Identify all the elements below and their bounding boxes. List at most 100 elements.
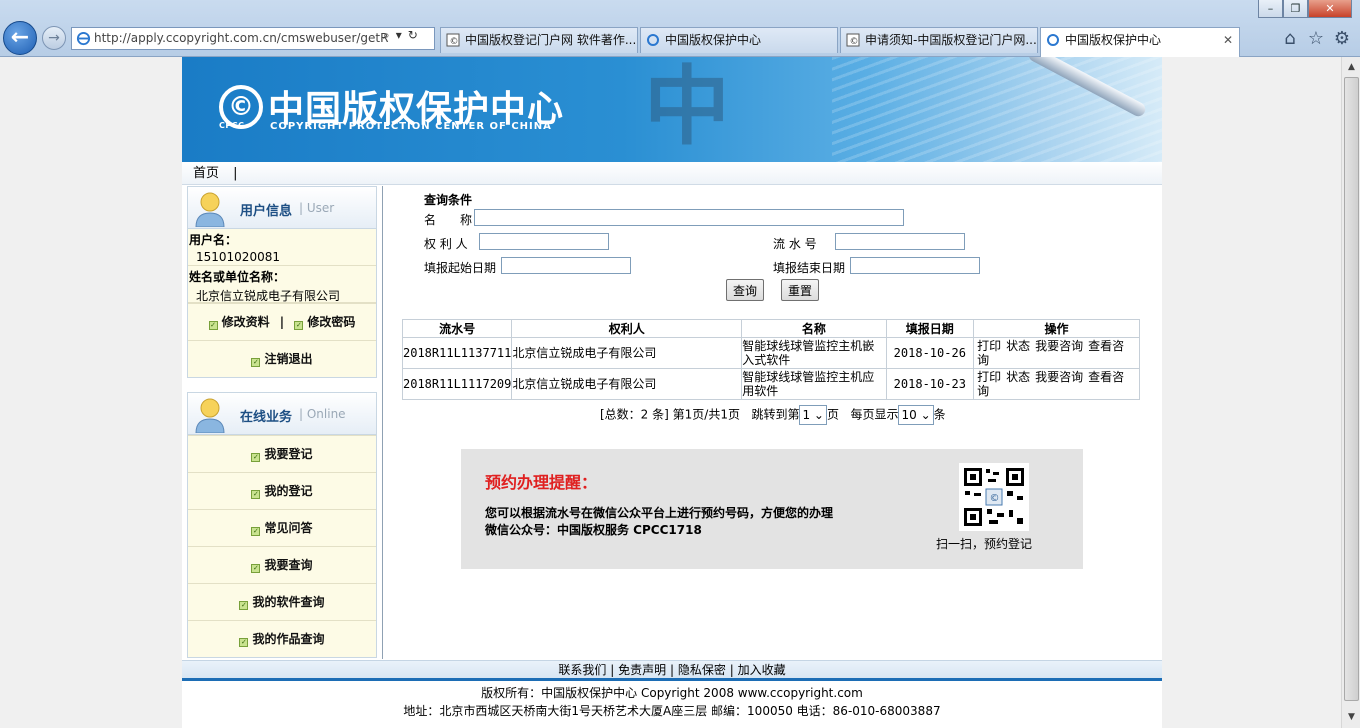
footer-divider — [182, 678, 1162, 681]
address-text: 地址：北京市西城区天桥南大街1号天桥艺术大厦A座三层 邮编：100050 电话：… — [403, 704, 941, 718]
reminder-text: 您可以根据流水号在微信公众平台上进行预约号码，方便您的办理 — [485, 506, 834, 520]
owner-input[interactable] — [479, 233, 609, 250]
address-tools[interactable]: ⌕▾↻ — [383, 28, 424, 43]
scroll-down-icon[interactable]: ▼ — [1344, 709, 1359, 726]
chevron-down-icon: ⌄ — [813, 408, 824, 422]
sidebar-link[interactable]: 我的作品查询 — [252, 632, 324, 646]
qr-caption: 扫一扫，预约登记 — [936, 537, 1033, 551]
user-info-header: 用户信息 | User — [188, 187, 376, 229]
per-page-suffix: 条 — [933, 407, 946, 422]
bullet-icon: ✓ — [294, 321, 304, 330]
per-page-value: 10 — [901, 408, 917, 422]
sidebar-link[interactable]: 我的软件查询 — [252, 595, 324, 609]
settings-gear-icon[interactable]: ⚙ — [1332, 29, 1352, 49]
logout-link[interactable]: 注销退出 — [264, 352, 312, 366]
consult-link[interactable]: 我要咨询 — [1035, 339, 1083, 353]
close-tab-icon[interactable]: ✕ — [1223, 28, 1233, 52]
bullet-icon: ✓ — [251, 527, 261, 536]
sidebar-item-register: ✓ 我要登记 — [188, 435, 376, 472]
tab-4-active[interactable]: 中国版权保护中心 ✕ — [1040, 27, 1240, 57]
change-password-link[interactable]: 修改密码 — [307, 315, 355, 329]
page-jump-select[interactable]: 1 ⌄ — [799, 405, 827, 425]
address-bar[interactable]: http://apply.ccopyright.com.cn/cmswebuse… — [71, 27, 435, 50]
online-business-header: 在线业务 | Online — [188, 393, 376, 435]
start-date-input[interactable] — [501, 257, 631, 274]
minimize-button[interactable]: – — [1258, 0, 1283, 18]
banner-big-character: 中 — [644, 57, 730, 157]
sidebar-item-query: ✓ 我要查询 — [188, 546, 376, 583]
sidebar-link[interactable]: 我的登记 — [264, 484, 312, 498]
reset-button[interactable]: 重置 — [781, 279, 820, 301]
forward-button[interactable]: → — [42, 26, 66, 50]
consult-link[interactable]: 我要咨询 — [1035, 370, 1083, 384]
ie-icon — [647, 34, 659, 46]
site-title-en: COPYRIGHT PROTECTION CENTER OF CHINA — [270, 121, 552, 132]
wechat-account-text: 微信公众号：中国版权服务 CPCC1718 — [485, 523, 702, 537]
svg-text:©: © — [450, 37, 459, 47]
status-link[interactable]: 状态 — [1006, 370, 1030, 384]
sidebar-link[interactable]: 常见问答 — [264, 521, 312, 535]
svg-text:©: © — [850, 37, 859, 47]
name-cell: 智能球线球管监控主机嵌入式软件 — [741, 337, 887, 369]
name-cell: 智能球线球管监控主机应用软件 — [741, 368, 887, 400]
close-window-button[interactable]: ✕ — [1308, 0, 1352, 18]
tab-3[interactable]: © 申请须知-中国版权登记门户网... — [840, 27, 1038, 53]
copyright-text: 版权所有：中国版权保护中心 Copyright 2008 www.ccopyri… — [481, 686, 863, 700]
tab-title: 申请须知-中国版权登记门户网... — [865, 33, 1037, 47]
print-link[interactable]: 打印 — [977, 339, 1001, 353]
column-header: 权利人 — [511, 319, 743, 338]
tab-title: 中国版权登记门户网 软件著作... — [465, 33, 637, 47]
table-row: 2018R11L1137711 北京信立锐成电子有限公司 智能球线球管监控主机嵌… — [401, 337, 1140, 369]
name-input[interactable] — [474, 209, 904, 226]
serial-input[interactable] — [835, 233, 965, 250]
ops-cell: 打印 状态 我要咨询 查看咨询 — [973, 368, 1140, 400]
bullet-icon: ✓ — [239, 601, 249, 610]
start-date-label: 填报起始日期 — [424, 261, 497, 275]
sidebar-link[interactable]: 我要查询 — [264, 558, 312, 572]
sidebar-link[interactable]: 我要登记 — [264, 447, 312, 461]
status-link[interactable]: 状态 — [1006, 339, 1030, 353]
browser-toolbar: ⌂ ☆ ⚙ — [1280, 29, 1352, 49]
sidebar-item-faq: ✓ 常见问答 — [188, 509, 376, 546]
footer-privacy-link[interactable]: 隐私保密 — [678, 663, 726, 677]
per-page-select[interactable]: 10 ⌄ — [898, 405, 934, 425]
search-button[interactable]: 查询 — [726, 279, 765, 301]
reminder-title: 预约办理提醒： — [485, 473, 598, 492]
print-link[interactable]: 打印 — [977, 370, 1001, 384]
tab-2[interactable]: 中国版权保护中心 — [640, 27, 838, 53]
address-text: http://apply.ccopyright.com.cn/cmswebuse… — [94, 31, 389, 45]
owner-label: 权 利 人 — [424, 237, 468, 251]
column-header: 流水号 — [401, 319, 513, 338]
column-header: 名称 — [741, 319, 887, 338]
footer-bookmark-link[interactable]: 加入收藏 — [738, 663, 786, 677]
footer-separator: | — [729, 663, 734, 677]
home-icon[interactable]: ⌂ — [1280, 29, 1300, 49]
scroll-up-icon[interactable]: ▲ — [1344, 59, 1359, 76]
scroll-thumb[interactable] — [1344, 77, 1359, 701]
serial-cell: 2018R11L1117209 — [401, 368, 513, 400]
vertical-scrollbar[interactable]: ▲ ▼ — [1341, 57, 1360, 728]
date-cell: 2018-10-23 — [885, 368, 975, 400]
username-value: 15101020081 — [188, 247, 376, 266]
browser-chrome: – ❐ ✕ ← → http://apply.ccopyright.com.cn… — [0, 0, 1360, 57]
maximize-button[interactable]: ❐ — [1283, 0, 1308, 18]
serial-label: 流 水 号 — [773, 237, 817, 251]
results-table: 流水号 权利人 名称 填报日期 操作 2018R11L1137711 北京信立锐… — [401, 319, 1140, 400]
back-button[interactable]: ← — [3, 21, 37, 55]
sidebar: 用户信息 | User 用户名： 15101020081 姓名或单位名称： 北京… — [187, 186, 377, 658]
favorites-star-icon[interactable]: ☆ — [1306, 29, 1326, 49]
footer-contact-link[interactable]: 联系我们 — [558, 663, 606, 677]
user-info-box: 用户信息 | User 用户名： 15101020081 姓名或单位名称： 北京… — [187, 186, 377, 378]
footer-disclaimer-link[interactable]: 免责声明 — [618, 663, 666, 677]
nav-home-link[interactable]: 首页 — [193, 166, 219, 181]
pagination: [总数：2 条] 第1页/共1页 跳转到第 1 ⌄ 页 每页显示 10 ⌄ 条 — [600, 405, 946, 425]
edit-profile-link[interactable]: 修改资料 — [222, 315, 270, 329]
appointment-reminder: 预约办理提醒： 您可以根据流水号在微信公众平台上进行预约号码，方便您的办理 微信… — [461, 449, 1083, 569]
org-value: 北京信立锐成电子有限公司 — [188, 284, 376, 303]
tab-1[interactable]: © 中国版权登记门户网 软件著作... — [440, 27, 638, 53]
date-cell: 2018-10-26 — [885, 337, 975, 369]
total-count: [总数：2 条] — [600, 407, 669, 422]
end-date-input[interactable] — [850, 257, 980, 274]
top-nav: 首页 | — [182, 162, 1162, 185]
table-row: 2018R11L1117209 北京信立锐成电子有限公司 智能球线球管监控主机应… — [401, 368, 1140, 400]
